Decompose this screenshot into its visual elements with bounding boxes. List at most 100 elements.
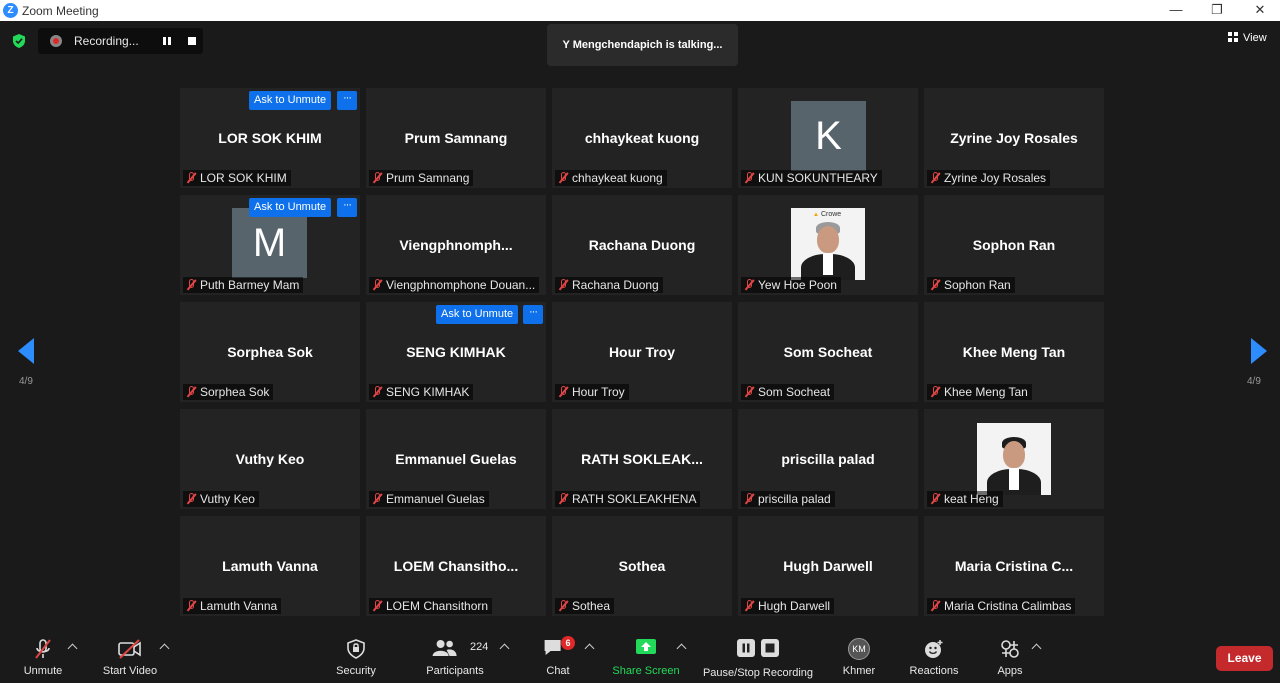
participants-button[interactable]: 224 Participants xyxy=(422,628,488,683)
participant-tile[interactable]: Hugh Darwell Hugh Darwell xyxy=(738,516,918,616)
participant-tile[interactable]: keat Heng xyxy=(924,409,1104,509)
participant-tile[interactable]: Lamuth Vanna Lamuth Vanna xyxy=(180,516,360,616)
muted-microphone-icon xyxy=(744,279,753,291)
participant-name-label: Puth Barmey Mam xyxy=(183,277,304,293)
chat-button[interactable]: 6 Chat xyxy=(535,628,581,683)
next-page-icon[interactable] xyxy=(1251,338,1267,364)
stop-recording-icon[interactable] xyxy=(188,37,196,45)
participants-chevron-up-icon[interactable] xyxy=(499,643,510,654)
microphone-muted-icon xyxy=(35,639,51,659)
participant-name-label: Zyrine Joy Rosales xyxy=(927,170,1051,186)
participant-name-label: Lamuth Vanna xyxy=(183,598,282,614)
participant-display-name: LOEM Chansitho... xyxy=(393,558,519,574)
participant-tile[interactable]: Sothea Sothea xyxy=(552,516,732,616)
start-video-button[interactable]: Start Video xyxy=(100,628,160,683)
muted-microphone-icon xyxy=(186,279,195,291)
more-options-button[interactable]: ··· xyxy=(337,198,357,217)
participant-name-label: Sophon Ran xyxy=(927,277,1015,293)
participant-display-name: SENG KIMHAK xyxy=(406,344,506,360)
participant-tile[interactable]: SENG KIMHAK SENG KIMHAK Ask to Unmute ··· xyxy=(366,302,546,402)
muted-microphone-icon xyxy=(372,279,381,291)
apps-button[interactable]: Apps xyxy=(990,628,1030,683)
participant-display-name: priscilla palad xyxy=(781,451,875,467)
encryption-shield-icon[interactable] xyxy=(11,33,27,49)
muted-microphone-icon xyxy=(186,600,195,612)
muted-microphone-icon xyxy=(186,172,195,184)
chat-chevron-up-icon[interactable] xyxy=(584,643,595,654)
muted-microphone-icon xyxy=(930,600,939,612)
participant-name-label: Hugh Darwell xyxy=(741,598,835,614)
participant-display-name: Rachana Duong xyxy=(588,237,696,253)
muted-microphone-icon xyxy=(744,493,753,505)
ask-to-unmute-button[interactable]: Ask to Unmute xyxy=(249,91,332,110)
reactions-button[interactable]: Reactions xyxy=(904,628,964,683)
participant-display-name: Sorphea Sok xyxy=(227,344,313,360)
more-options-button[interactable]: ··· xyxy=(337,91,357,110)
participant-tile[interactable]: chhaykeat kuong chhaykeat kuong xyxy=(552,88,732,188)
unmute-button[interactable]: Unmute xyxy=(13,628,73,683)
participant-tile[interactable]: M Puth Barmey Mam Ask to Unmute ··· xyxy=(180,195,360,295)
video-options-chevron-up-icon[interactable] xyxy=(159,643,170,654)
active-speaker-banner: Y Mengchendapich is talking... xyxy=(547,24,738,66)
participant-display-name: chhaykeat kuong xyxy=(584,130,700,146)
participant-tile[interactable]: Zyrine Joy Rosales Zyrine Joy Rosales xyxy=(924,88,1104,188)
participant-tile[interactable]: Som Socheat Som Socheat xyxy=(738,302,918,402)
participant-tile[interactable]: Viengphnomph... Viengphnomphone Douan... xyxy=(366,195,546,295)
muted-microphone-icon xyxy=(558,600,567,612)
participant-tile[interactable]: LOR SOK KHIM LOR SOK KHIM Ask to Unmute ··· xyxy=(180,88,360,188)
participant-name-label: Vuthy Keo xyxy=(183,491,259,507)
participant-tile[interactable]: priscilla palad priscilla palad xyxy=(738,409,918,509)
participant-name-label: Maria Cristina Calimbas xyxy=(927,598,1076,614)
apps-chevron-up-icon[interactable] xyxy=(1031,643,1042,654)
muted-microphone-icon xyxy=(744,172,753,184)
khmer-language-icon: KM xyxy=(848,638,870,660)
previous-page-icon[interactable] xyxy=(18,338,34,364)
participant-name-label: chhaykeat kuong xyxy=(555,170,667,186)
participant-tile[interactable]: Maria Cristina C... Maria Cristina Calimb… xyxy=(924,516,1104,616)
muted-microphone-icon xyxy=(372,386,381,398)
view-button[interactable]: View xyxy=(1228,32,1267,44)
participant-tile[interactable]: RATH SOKLEAK... RATH SOKLEAKHENA xyxy=(552,409,732,509)
muted-microphone-icon xyxy=(930,386,939,398)
participant-name-label: KUN SOKUNTHEARY xyxy=(741,170,882,186)
muted-microphone-icon xyxy=(372,172,381,184)
muted-microphone-icon xyxy=(558,493,567,505)
participant-name-label: priscilla palad xyxy=(741,491,835,507)
participant-name-label: RATH SOKLEAKHENA xyxy=(555,491,701,507)
participant-display-name: Zyrine Joy Rosales xyxy=(950,130,1078,146)
more-options-button[interactable]: ··· xyxy=(523,305,543,324)
participant-tile[interactable]: Hour Troy Hour Troy xyxy=(552,302,732,402)
participant-display-name: Emmanuel Guelas xyxy=(395,451,517,467)
language-interpretation-button[interactable]: KM Khmer xyxy=(834,628,884,683)
restore-icon[interactable]: ❐ xyxy=(1207,2,1227,18)
minimize-icon[interactable]: — xyxy=(1166,2,1186,18)
pause-recording-icon[interactable] xyxy=(163,37,171,45)
participant-display-name: Viengphnomph... xyxy=(399,237,513,253)
participant-name-label: SENG KIMHAK xyxy=(369,384,474,400)
participant-tile[interactable]: Sorphea Sok Sorphea Sok xyxy=(180,302,360,402)
participant-tile[interactable]: Prum Samnang Prum Samnang xyxy=(366,88,546,188)
share-screen-button[interactable]: Share Screen xyxy=(610,628,682,683)
participant-tile[interactable]: Khee Meng Tan Khee Meng Tan xyxy=(924,302,1104,402)
security-button[interactable]: Security xyxy=(326,628,386,683)
leave-button[interactable]: Leave xyxy=(1216,646,1273,671)
close-icon[interactable]: ✕ xyxy=(1250,2,1270,18)
participant-display-name: Sothea xyxy=(618,558,666,574)
participant-tile[interactable]: K KUN SOKUNTHEARY xyxy=(738,88,918,188)
pause-stop-recording-icon xyxy=(737,639,779,657)
ask-to-unmute-button[interactable]: Ask to Unmute xyxy=(436,305,519,324)
muted-microphone-icon xyxy=(186,493,195,505)
participant-tile[interactable]: Vuthy Keo Vuthy Keo xyxy=(180,409,360,509)
participant-tile[interactable]: Sophon Ran Sophon Ran xyxy=(924,195,1104,295)
participant-display-name: RATH SOKLEAK... xyxy=(581,451,703,467)
participant-tile[interactable]: Crowe Yew Hoe Poon xyxy=(738,195,918,295)
pause-stop-recording-button[interactable]: Pause/Stop Recording xyxy=(700,628,816,683)
zoom-logo-icon: Z xyxy=(3,3,18,18)
participant-tile[interactable]: Emmanuel Guelas Emmanuel Guelas xyxy=(366,409,546,509)
muted-microphone-icon xyxy=(930,279,939,291)
participant-tile[interactable]: LOEM Chansitho... LOEM Chansithorn xyxy=(366,516,546,616)
page-indicator-right: 4/9 xyxy=(1247,376,1261,387)
participant-tile[interactable]: Rachana Duong Rachana Duong xyxy=(552,195,732,295)
participant-display-name: Sophon Ran xyxy=(972,237,1056,253)
ask-to-unmute-button[interactable]: Ask to Unmute xyxy=(249,198,332,217)
